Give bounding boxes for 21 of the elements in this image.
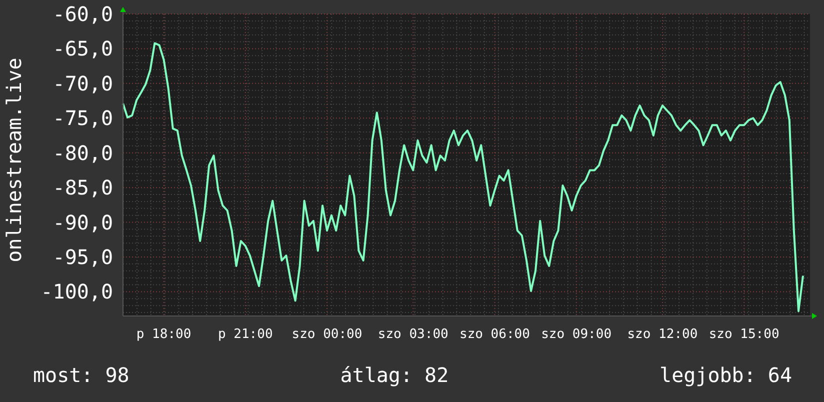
y-tick-label: -100,0 — [40, 280, 113, 304]
x-tick-label: p 18:00 — [136, 327, 192, 342]
x-tick-label: p 21:00 — [218, 327, 273, 342]
y-tick-label: -65,0 — [52, 36, 113, 61]
y-axis-title: onlinestream.live — [2, 58, 26, 262]
average-value-stat: átlag: 82 — [340, 362, 449, 389]
x-tick-label: szo 09:00 — [541, 327, 612, 342]
y-tick-label: -85,0 — [52, 176, 113, 200]
y-tick-label: -70,0 — [52, 71, 113, 96]
best-value-stat: legjobb: 64 — [660, 362, 792, 389]
y-tick-label: -95,0 — [52, 245, 113, 269]
x-tick-label: szo 03:00 — [378, 327, 448, 342]
y-tick-label: -90,0 — [52, 210, 113, 234]
x-tick-label: szo 00:00 — [292, 327, 362, 342]
y-tick-label: -60,0 — [52, 2, 113, 26]
y-tick-label: -75,0 — [52, 106, 113, 130]
x-tick-label: szo 06:00 — [460, 327, 530, 342]
current-value-stat: most: 98 — [33, 362, 130, 389]
x-tick-label: szo 12:00 — [627, 327, 698, 342]
y-tick-label: -80,0 — [52, 140, 113, 165]
x-tick-label: szo 15:00 — [708, 327, 780, 342]
